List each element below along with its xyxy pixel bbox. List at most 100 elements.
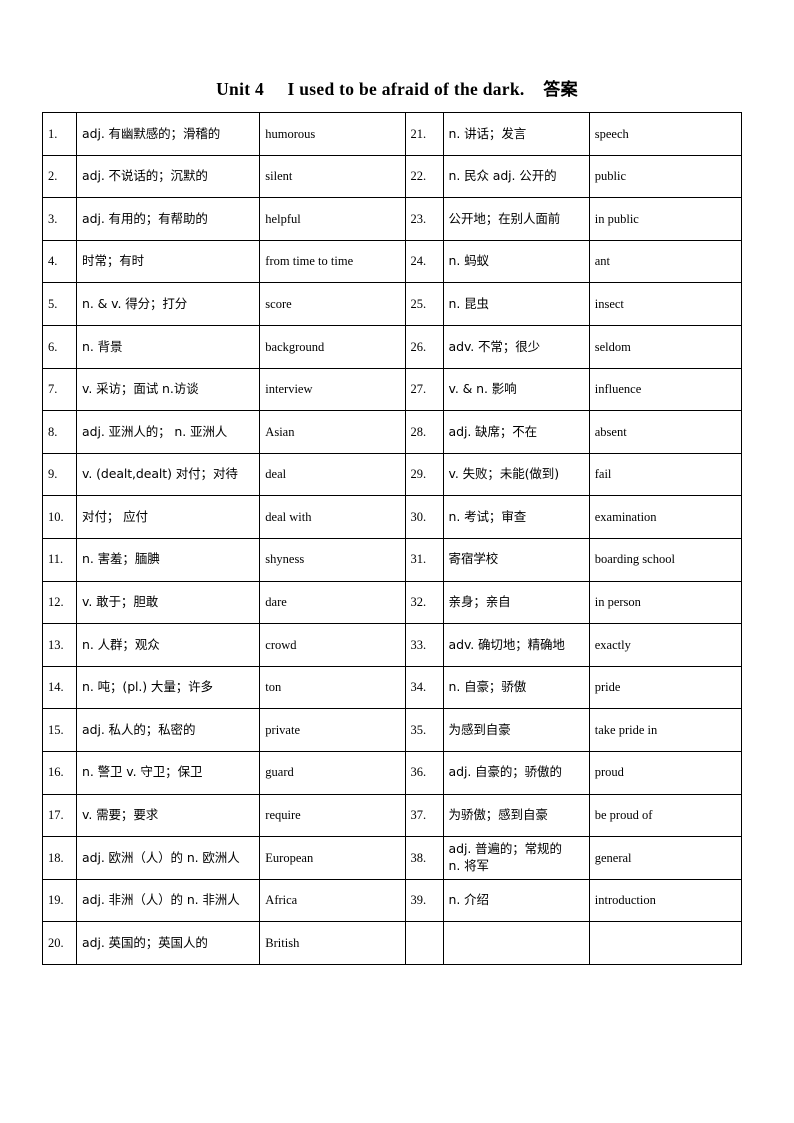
page-title-answer-label: 答案 [543,80,578,100]
cell-english: background [259,324,406,369]
cell-english: British [259,921,406,965]
cell-chinese: 亲身；亲自 [442,580,590,625]
table-row: 18. adj. 欧洲（人）的 n. 欧洲人 European 38. adj. 普遍的… [41,836,743,880]
table-row: 3. adj. 有用的；有帮助的 helpful 23. 公开地；在别人面前 in pub… [41,197,743,241]
cell-chinese: adj. 欧洲（人）的 n. 欧洲人 [76,836,261,880]
cell-chinese: adj. 有用的；有帮助的 [76,197,261,241]
cell-english: speech [588,112,743,156]
table-row: 17. v. 需要；要求 require 37. 为骄傲；感到自豪 be proud of [41,793,743,838]
cell-english: private [259,708,406,752]
cell-english: pride [588,665,743,710]
cell-number: 2. [41,154,78,199]
cell-number: 26. [404,324,444,369]
cell-english: interview [259,367,406,412]
table-row: 8. adj. 亚洲人的； n. 亚洲人 Asian 28. adj. 缺席；不在 abs… [41,410,743,454]
cell-chinese: v. 失败；未能(做到) [442,452,590,497]
cell-chinese: n. 昆虫 [442,282,590,326]
cell-chinese: adj. 缺席；不在 [442,410,590,454]
table-row: 2. adj. 不说话的；沉默的 silent 22. n. 民众 adj. 公开的 pu… [41,154,743,199]
cell-chinese: adj. 私人的；私密的 [76,708,261,752]
cell-english: shyness [259,537,406,582]
cell-number: 35. [404,708,444,752]
table-row: 1. adj. 有幽默感的；滑稽的 humorous 21. n. 讲话；发言 speec… [41,112,743,156]
cell-english: seldom [588,324,743,369]
cell-english: in person [588,580,743,625]
table-row: 14. n. 吨；(pl.) 大量；许多 ton 34. n. 自豪；骄傲 pride [41,665,743,710]
table-row: 12. v. 敢于；胆敢 dare 32. 亲身；亲自 in person [41,580,743,625]
cell-chinese: 为感到自豪 [442,708,590,752]
cell-chinese: n. 吨；(pl.) 大量；许多 [76,665,261,710]
cell-number [404,921,444,965]
cell-english: European [259,836,406,880]
page-title: Unit 4 I used to be afraid of the dark. … [0,75,794,100]
cell-chinese: 时常；有时 [76,239,261,284]
cell-number: 20. [41,921,78,965]
cell-number: 17. [41,793,78,838]
cell-chinese: v. 需要；要求 [76,793,261,838]
cell-english: ton [259,665,406,710]
cell-chinese: n. 警卫 v. 守卫；保卫 [76,750,261,795]
cell-chinese: 公开地；在别人面前 [442,197,590,241]
cell-chinese: 对付； 应付 [76,495,261,539]
cell-number: 18. [41,836,78,880]
cell-chinese: adj. 不说话的；沉默的 [76,154,261,199]
cell-number: 29. [404,452,444,497]
table-row: 7. v. 采访；面试 n.访谈 interview 27. v. & n. 影响 inf… [41,367,743,412]
cell-english: Asian [259,410,406,454]
worksheet-page: Unit 4 I used to be afraid of the dark. … [0,0,794,1123]
cell-number: 32. [404,580,444,625]
table-row: 20. adj. 英国的；英国人的 British [41,921,743,965]
cell-chinese: adj. 亚洲人的； n. 亚洲人 [76,410,261,454]
page-title-unit: Unit 4 [216,79,265,99]
table-row: 10. 对付； 应付 deal with 30. n. 考试；审查 examination [41,495,743,539]
cell-chinese: adj. 自豪的；骄傲的 [442,750,590,795]
cell-english: guard [259,750,406,795]
cell-number: 7. [41,367,78,412]
cell-number: 11. [41,537,78,582]
cell-chinese: adv. 确切地；精确地 [442,623,590,667]
table-row: 11. n. 害羞；腼腆 shyness 31. 寄宿学校 boarding school [41,537,743,582]
cell-english: public [588,154,743,199]
cell-english: humorous [259,112,406,156]
cell-number: 4. [41,239,78,284]
cell-english: insect [588,282,743,326]
cell-number: 9. [41,452,78,497]
cell-english: helpful [259,197,406,241]
cell-chinese [442,921,590,965]
table-row: 6. n. 背景 background 26. adv. 不常；很少 seldom [41,324,743,369]
table-row: 15. adj. 私人的；私密的 private 35. 为感到自豪 take pride… [41,708,743,752]
cell-english: boarding school [588,537,743,582]
cell-english: from time to time [259,239,406,284]
cell-number: 23. [404,197,444,241]
cell-number: 15. [41,708,78,752]
cell-chinese: adj. 英国的；英国人的 [76,921,261,965]
cell-number: 1. [41,112,78,156]
cell-number: 24. [404,239,444,284]
cell-english: deal [259,452,406,497]
cell-english: examination [588,495,743,539]
cell-english [588,921,743,965]
cell-chinese: v. 采访；面试 n.访谈 [76,367,261,412]
table-row: 19. adj. 非洲（人）的 n. 非洲人 Africa 39. n. 介绍 intro… [41,878,743,923]
cell-number: 31. [404,537,444,582]
cell-number: 30. [404,495,444,539]
table-row: 13. n. 人群；观众 crowd 33. adv. 确切地；精确地 exactly [41,623,743,667]
cell-english: crowd [259,623,406,667]
cell-english: general [588,836,743,880]
cell-number: 37. [404,793,444,838]
cell-chinese: n. 考试；审查 [442,495,590,539]
cell-chinese: v. (dealt,dealt) 对付；对待 [76,452,261,497]
cell-chinese: n. 蚂蚁 [442,239,590,284]
cell-number: 39. [404,878,444,923]
cell-chinese: 为骄傲；感到自豪 [442,793,590,838]
cell-english: fail [588,452,743,497]
cell-english: silent [259,154,406,199]
cell-number: 10. [41,495,78,539]
vocabulary-table: 1. adj. 有幽默感的；滑稽的 humorous 21. n. 讲话；发言 speec… [41,112,743,965]
cell-english: deal with [259,495,406,539]
cell-chinese: adj. 有幽默感的；滑稽的 [76,112,261,156]
cell-number: 3. [41,197,78,241]
cell-number: 8. [41,410,78,454]
cell-english: dare [259,580,406,625]
cell-number: 25. [404,282,444,326]
